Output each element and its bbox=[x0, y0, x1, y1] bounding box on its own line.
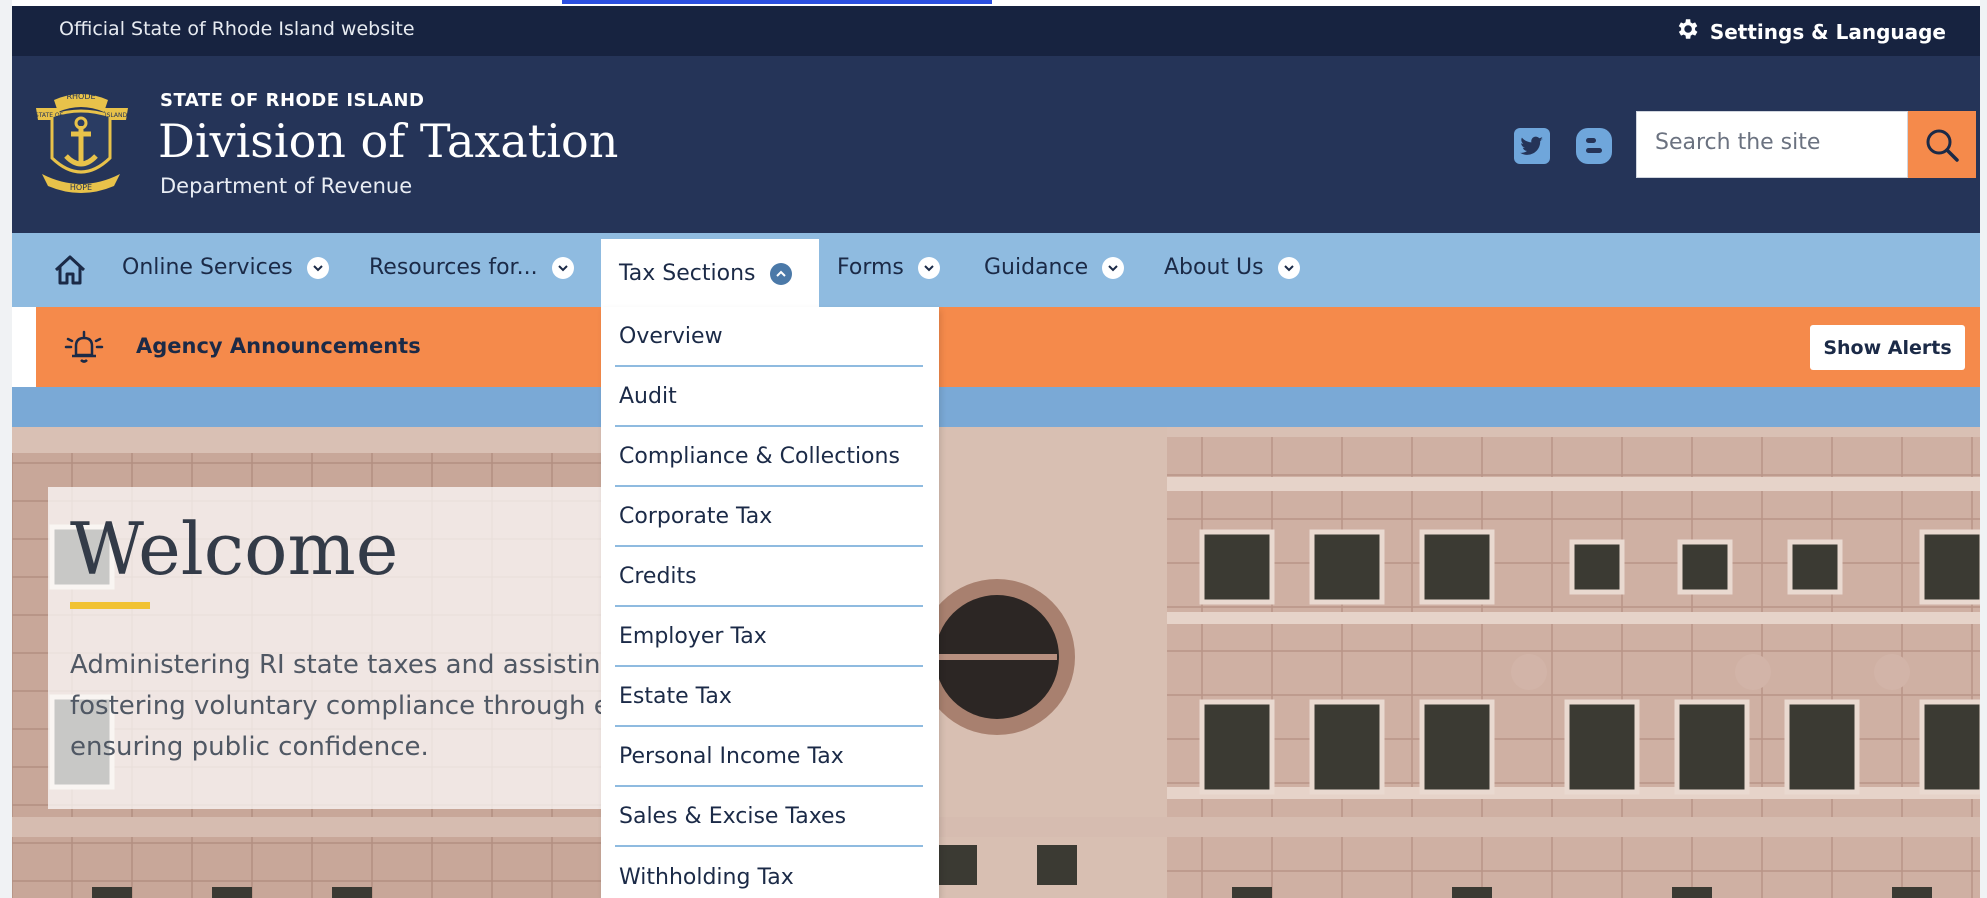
search-icon bbox=[1926, 129, 1959, 162]
nav-label: About Us bbox=[1164, 255, 1264, 280]
dropdown-item-corporate-tax[interactable]: Corporate Tax bbox=[615, 487, 923, 547]
chevron-down-icon bbox=[306, 256, 329, 279]
nav-label: Forms bbox=[837, 255, 904, 280]
show-alerts-button[interactable]: Show Alerts bbox=[1810, 325, 1965, 370]
page: Official State of Rhode Island website S… bbox=[12, 0, 1980, 898]
chevron-down-icon bbox=[917, 256, 940, 279]
nav-forms[interactable]: Forms bbox=[837, 255, 940, 280]
nav-about-us[interactable]: About Us bbox=[1164, 255, 1300, 280]
dropdown-item-withholding-tax[interactable]: Withholding Tax bbox=[615, 847, 923, 898]
site-kicker: STATE OF RHODE ISLAND bbox=[160, 90, 425, 111]
hero-banner: Welcome Administering RI state taxes and… bbox=[12, 387, 1980, 898]
agency-announcements-bar: Agency Announcements Show Alerts bbox=[36, 307, 1980, 387]
official-website-text: Official State of Rhode Island website bbox=[59, 18, 415, 40]
dropdown-item-employer-tax[interactable]: Employer Tax bbox=[615, 607, 923, 667]
seal-motto-text: HOPE bbox=[70, 183, 92, 192]
nav-label: Resources for... bbox=[369, 255, 538, 280]
site-title[interactable]: Division of Taxation bbox=[158, 114, 618, 168]
nav-online-services[interactable]: Online Services bbox=[122, 255, 329, 280]
nav-label: Tax Sections bbox=[619, 261, 756, 286]
search-input[interactable] bbox=[1637, 112, 1923, 172]
chevron-up-icon bbox=[769, 262, 792, 285]
home-icon[interactable] bbox=[52, 253, 88, 287]
dropdown-item-sales-excise-taxes[interactable]: Sales & Excise Taxes bbox=[615, 787, 923, 847]
gear-icon bbox=[1674, 16, 1700, 47]
state-seal-logo[interactable]: RHODE STATE OF ISLAND HOPE bbox=[24, 86, 139, 201]
site-subtitle: Department of Revenue bbox=[160, 174, 413, 198]
settings-language-label: Settings & Language bbox=[1709, 19, 1946, 44]
nav-guidance[interactable]: Guidance bbox=[984, 255, 1125, 280]
tax-sections-dropdown: Overview Audit Compliance & Collections … bbox=[601, 307, 939, 898]
nav-label: Guidance bbox=[984, 255, 1089, 280]
dropdown-item-audit[interactable]: Audit bbox=[615, 367, 923, 427]
main-nav: Online Services Resources for... Tax Sec… bbox=[12, 233, 1980, 307]
agency-announcements-label: Agency Announcements bbox=[136, 334, 421, 358]
chevron-down-icon bbox=[551, 256, 574, 279]
twitter-icon[interactable] bbox=[1512, 126, 1552, 166]
search-button[interactable] bbox=[1908, 111, 1976, 178]
nav-tax-sections[interactable]: Tax Sections bbox=[601, 239, 819, 307]
site-header: RHODE STATE OF ISLAND HOPE STATE OF RHOD… bbox=[12, 56, 1980, 233]
welcome-panel: Welcome Administering RI state taxes and… bbox=[48, 487, 788, 809]
settings-language-button[interactable]: Settings & Language bbox=[1674, 16, 1946, 47]
welcome-accent-rule bbox=[70, 602, 150, 609]
nav-label: Online Services bbox=[122, 255, 293, 280]
alert-bell-icon bbox=[62, 327, 106, 367]
chevron-down-icon bbox=[1102, 256, 1125, 279]
welcome-heading: Welcome bbox=[70, 507, 399, 591]
seal-top-text: RHODE bbox=[66, 92, 95, 101]
dropdown-item-credits[interactable]: Credits bbox=[615, 547, 923, 607]
blogger-icon[interactable] bbox=[1574, 126, 1614, 166]
dropdown-item-compliance-collections[interactable]: Compliance & Collections bbox=[615, 427, 923, 487]
dropdown-item-personal-income-tax[interactable]: Personal Income Tax bbox=[615, 727, 923, 787]
dropdown-item-overview[interactable]: Overview bbox=[615, 307, 923, 367]
dropdown-item-estate-tax[interactable]: Estate Tax bbox=[615, 667, 923, 727]
chevron-down-icon bbox=[1277, 256, 1300, 279]
skip-link-underline bbox=[562, 0, 992, 4]
seal-left-text: STATE OF bbox=[35, 112, 64, 119]
utility-bar: Official State of Rhode Island website S… bbox=[12, 6, 1980, 56]
nav-resources-for[interactable]: Resources for... bbox=[369, 255, 574, 280]
search-field bbox=[1636, 111, 1923, 178]
seal-right-text: ISLAND bbox=[105, 112, 128, 119]
